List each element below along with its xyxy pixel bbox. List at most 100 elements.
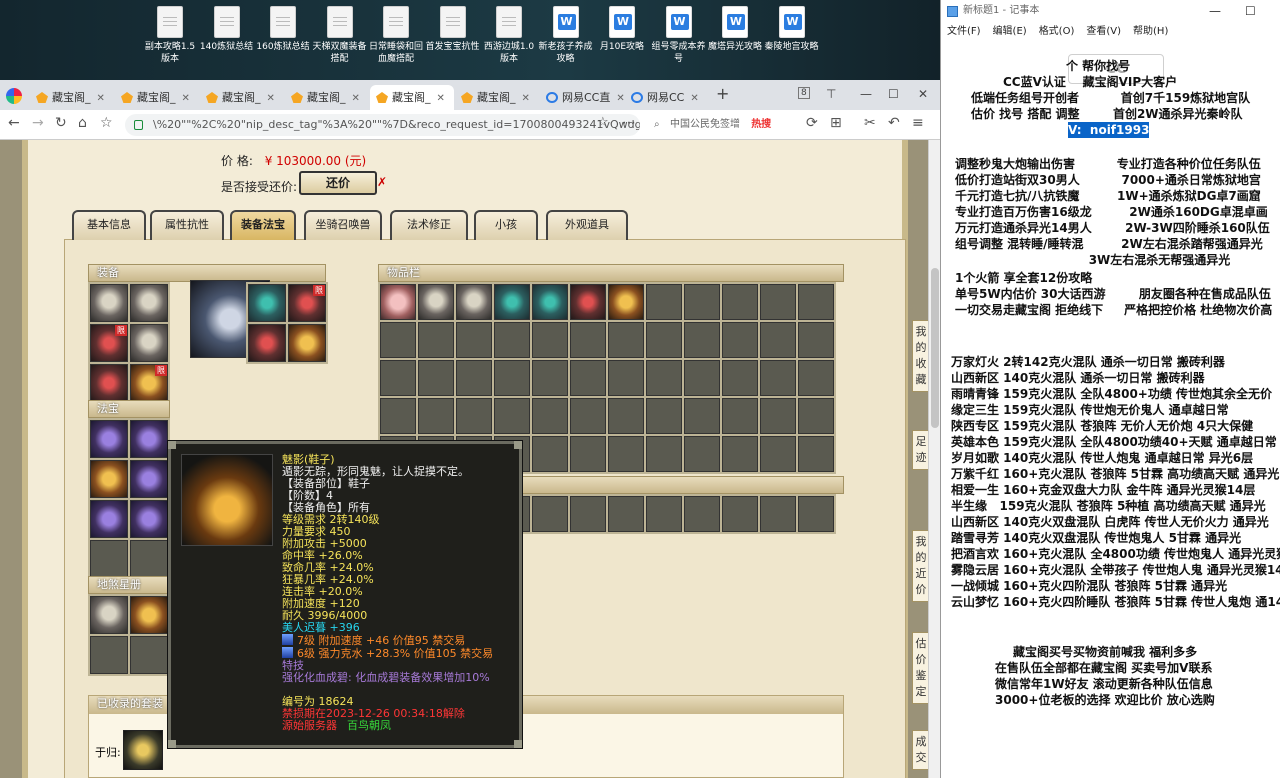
empty-slot[interactable] <box>722 398 758 434</box>
game-tab[interactable]: 法术修正 <box>390 210 468 240</box>
empty-slot[interactable] <box>456 398 492 434</box>
empty-slot[interactable] <box>722 322 758 358</box>
scroll-thumb[interactable] <box>931 268 939 428</box>
empty-slot[interactable] <box>798 436 834 472</box>
reload-icon[interactable]: ↻ <box>55 115 67 131</box>
empty-slot[interactable] <box>456 322 492 358</box>
browser-tab[interactable]: 藏宝阁_ ✕ <box>455 85 539 110</box>
minimize-icon[interactable]: — <box>860 87 872 101</box>
empty-slot[interactable] <box>760 360 796 396</box>
item-slot[interactable] <box>248 324 286 362</box>
game-tab[interactable]: 属性抗性 <box>150 210 224 240</box>
empty-slot[interactable] <box>798 284 834 320</box>
empty-slot[interactable] <box>760 284 796 320</box>
desktop-icon[interactable]: 首发宝宝抗性 <box>425 6 481 53</box>
empty-slot[interactable] <box>760 322 796 358</box>
counter-offer-button[interactable]: 还价 <box>299 171 377 195</box>
empty-slot[interactable] <box>456 360 492 396</box>
empty-slot[interactable] <box>798 496 834 532</box>
scissors-icon[interactable]: ✂ <box>864 115 876 131</box>
back-icon[interactable]: ← <box>8 115 20 131</box>
empty-slot[interactable] <box>532 496 568 532</box>
browser-tab[interactable]: 藏宝阁_ ✕ <box>200 85 284 110</box>
item-slot[interactable] <box>248 284 286 322</box>
item-slot[interactable] <box>90 500 128 538</box>
menu-item[interactable]: 帮助(H) <box>1133 26 1168 37</box>
empty-slot[interactable] <box>608 436 644 472</box>
empty-slot[interactable] <box>798 398 834 434</box>
home-icon[interactable]: ⌂ <box>78 115 87 131</box>
tab-close-icon[interactable]: ✕ <box>690 93 698 104</box>
empty-slot[interactable] <box>760 436 796 472</box>
empty-slot[interactable] <box>684 284 720 320</box>
game-tab[interactable]: 坐骑召唤兽 <box>304 210 382 240</box>
item-slot[interactable] <box>130 324 168 362</box>
item-slot[interactable] <box>90 364 128 402</box>
item-slot[interactable] <box>494 284 530 320</box>
menu-item[interactable]: 查看(V) <box>1086 26 1121 37</box>
empty-slot[interactable] <box>798 322 834 358</box>
more-icon[interactable]: ⋯ <box>622 115 636 131</box>
tab-close-icon[interactable]: ✕ <box>267 93 275 104</box>
game-tab[interactable]: 外观道具 <box>546 210 628 240</box>
bookmark-star-icon[interactable]: ☆ <box>100 115 113 131</box>
desktop-icon[interactable]: W 秦陵地宫攻略 <box>764 6 820 53</box>
empty-slot[interactable] <box>722 436 758 472</box>
menu-icon[interactable]: ≡ <box>912 115 924 131</box>
item-slot[interactable] <box>130 420 168 458</box>
empty-slot[interactable] <box>570 436 606 472</box>
menu-item[interactable]: 格式(O) <box>1039 26 1075 37</box>
maximize-icon[interactable]: ☐ <box>888 87 899 101</box>
item-slot[interactable] <box>418 284 454 320</box>
menu-item[interactable]: 文件(F) <box>947 26 981 37</box>
desktop-icon[interactable]: 日常睡袋和回血魔搭配 <box>368 6 424 65</box>
item-slot[interactable] <box>90 460 128 498</box>
page-scrollbar[interactable] <box>928 140 940 778</box>
empty-slot[interactable] <box>532 436 568 472</box>
desktop-icon[interactable]: W 组号零成本养号 <box>651 6 707 65</box>
empty-slot[interactable] <box>130 636 168 674</box>
item-slot[interactable] <box>130 284 168 322</box>
empty-slot[interactable] <box>646 360 682 396</box>
browser-tab[interactable]: 藏宝阁_ ✕ <box>30 85 114 110</box>
desktop-icon[interactable]: W 月10E攻略 <box>594 6 650 53</box>
notepad-text[interactable]: CC 个 帮你找号 CC蓝V认证 藏宝阁VIP大客户 低端任务组号开创者 首创7千1… <box>941 40 1280 778</box>
tab-close-icon[interactable]: ✕ <box>97 93 105 104</box>
browser-tab[interactable]: 藏宝阁_ ✕ <box>285 85 369 110</box>
empty-slot[interactable] <box>608 496 644 532</box>
url-field[interactable]: \%20""%2C%20"nip_desc_tag"%3A%20""%7D&re… <box>125 114 640 136</box>
empty-slot[interactable] <box>722 284 758 320</box>
empty-slot[interactable] <box>494 360 530 396</box>
empty-slot[interactable] <box>532 360 568 396</box>
item-slot[interactable] <box>380 284 416 320</box>
item-slot[interactable] <box>456 284 492 320</box>
hot-search-label[interactable]: 热搜 <box>751 119 771 130</box>
set-icon[interactable] <box>123 730 163 770</box>
empty-slot[interactable] <box>570 398 606 434</box>
browser-logo-icon[interactable] <box>6 88 22 104</box>
game-tab[interactable]: 基本信息 <box>72 210 146 240</box>
empty-slot[interactable] <box>646 436 682 472</box>
desktop-icon[interactable]: W 新老孩子养成攻略 <box>538 6 594 65</box>
item-slot[interactable] <box>90 596 128 634</box>
tab-close-icon[interactable]: ✕ <box>522 93 530 104</box>
maximize-icon[interactable]: ☐ <box>1245 0 1256 22</box>
browser-tab[interactable]: 藏宝阁_ ✕ <box>115 85 199 110</box>
item-slot[interactable] <box>130 596 168 634</box>
item-slot[interactable] <box>532 284 568 320</box>
minimize-icon[interactable]: — <box>1209 0 1221 22</box>
desktop-icon[interactable]: W 魔塔异光攻略 <box>707 6 763 53</box>
tab-close-icon[interactable]: ✕ <box>437 93 445 104</box>
empty-slot[interactable] <box>646 284 682 320</box>
item-slot[interactable] <box>570 284 606 320</box>
browser-tab[interactable]: 网易CC直 ✕ <box>540 85 625 110</box>
empty-slot[interactable] <box>418 322 454 358</box>
empty-slot[interactable] <box>380 398 416 434</box>
browser-tab[interactable]: 网易CC ✕ <box>625 85 709 110</box>
empty-slot[interactable] <box>798 360 834 396</box>
empty-slot[interactable] <box>532 398 568 434</box>
empty-slot[interactable] <box>90 540 128 578</box>
empty-slot[interactable] <box>130 540 168 578</box>
empty-slot[interactable] <box>570 322 606 358</box>
empty-slot[interactable] <box>532 322 568 358</box>
